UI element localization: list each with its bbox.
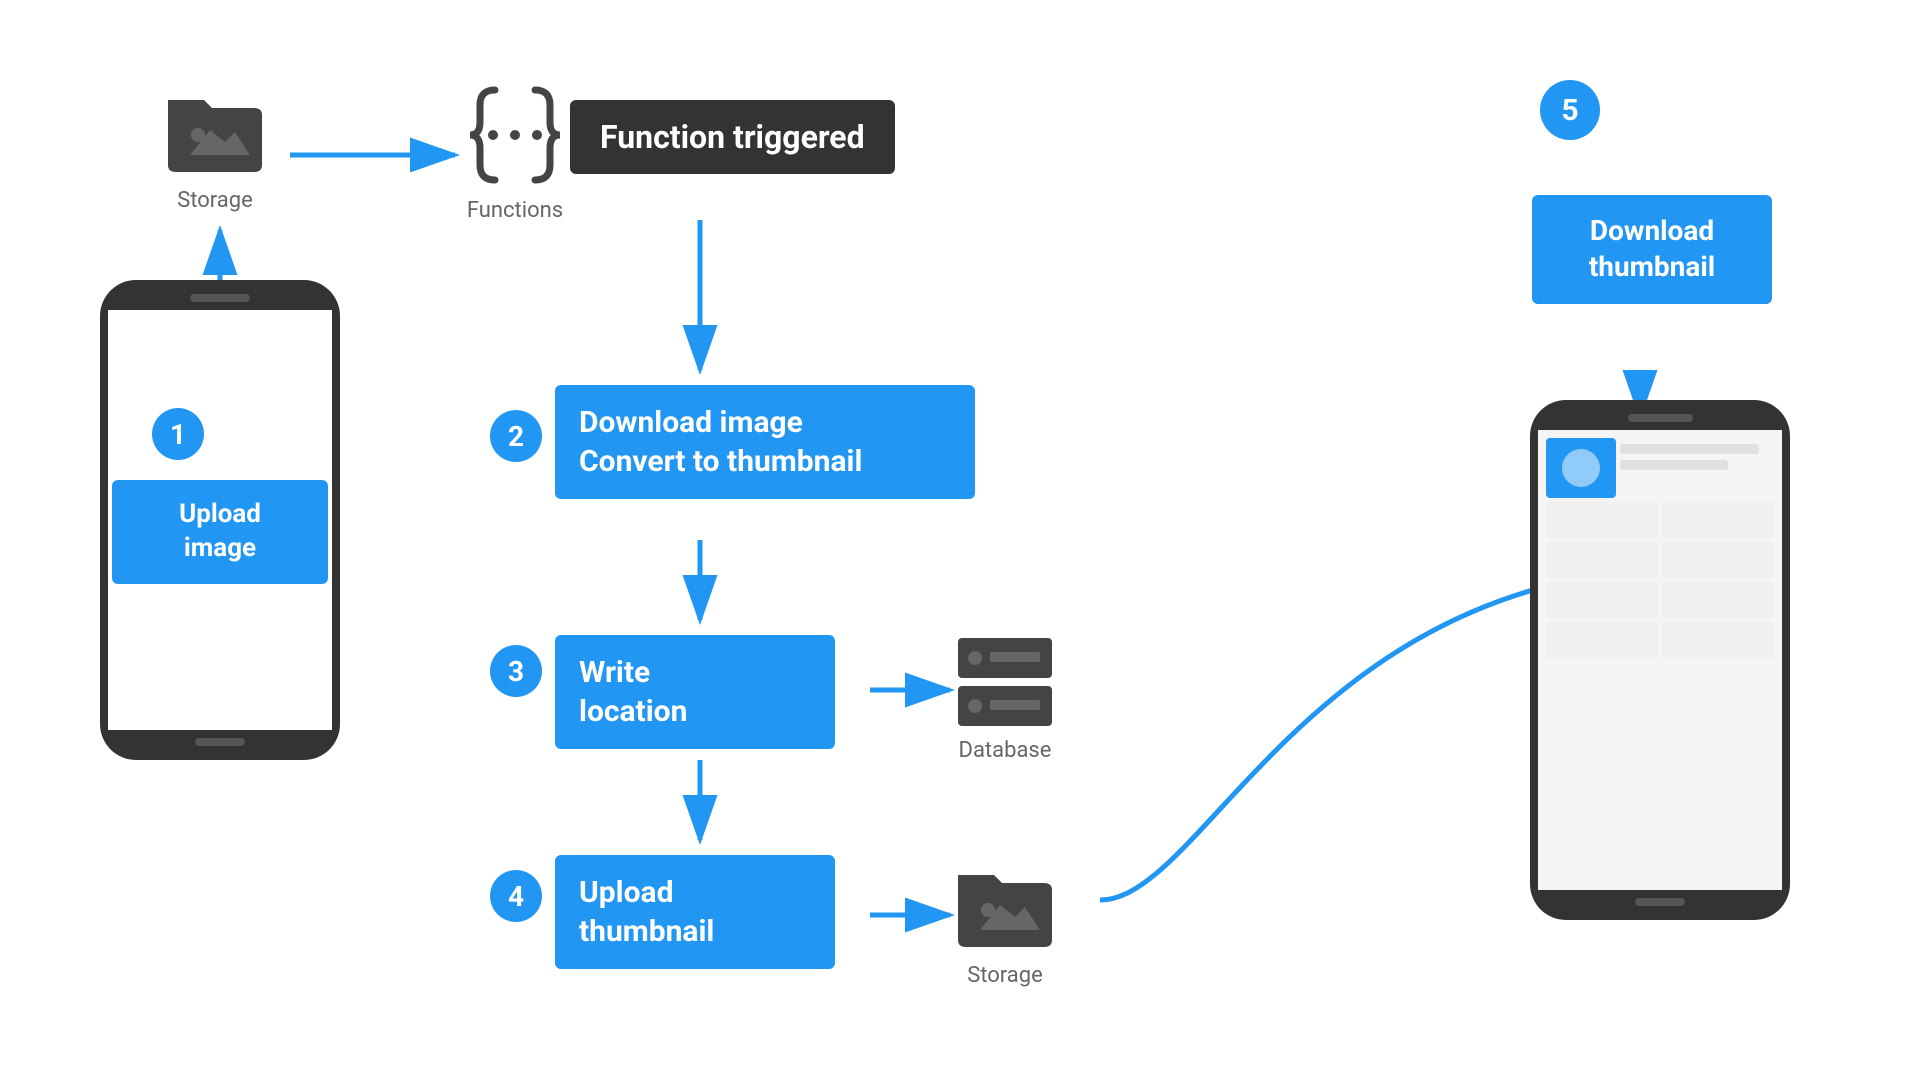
step-3-circle: 3 [490, 645, 542, 697]
screen-cell-3 [1546, 542, 1658, 578]
screen-cell-6 [1662, 582, 1774, 618]
screen-content [1538, 430, 1782, 890]
function-triggered-box: Function triggered [570, 100, 895, 174]
screen-cell-4 [1662, 542, 1774, 578]
phone-speaker-left [190, 294, 250, 302]
step-2-circle: 2 [490, 410, 542, 462]
phone-speaker-right [1628, 414, 1693, 422]
phone-right [1530, 400, 1790, 920]
phone-button-right [1635, 898, 1685, 906]
step-1-circle: 1 [152, 408, 204, 460]
screen-cell-7 [1546, 622, 1658, 658]
step-4-box: Uploadthumbnail [555, 855, 835, 969]
screen-row-4 [1546, 622, 1774, 658]
storage-folder-icon-right-center [950, 855, 1060, 955]
storage-icon-left: Storage [160, 80, 270, 213]
step-4-circle: 4 [490, 870, 542, 922]
diagram-container: 1 Uploadimage Storage Functions F [0, 0, 1920, 1080]
step-1-box: Uploadimage [112, 480, 328, 584]
screen-cell-1 [1546, 502, 1658, 538]
screen-cell-8 [1662, 622, 1774, 658]
screen-text-lines [1620, 438, 1774, 498]
screen-cell-5 [1546, 582, 1658, 618]
step-2-box: Download imageConvert to thumbnail [555, 385, 975, 499]
screen-line-1 [1620, 444, 1759, 454]
screen-row-3 [1546, 582, 1774, 618]
screen-grid-rows [1546, 502, 1774, 658]
step-3-box: Writelocation [555, 635, 835, 749]
screen-image-cell [1546, 438, 1616, 498]
database-icon: Database [950, 630, 1060, 763]
screen-row-2 [1546, 542, 1774, 578]
phone-button-left [195, 738, 245, 746]
screen-top-row [1546, 438, 1774, 498]
screen-cell-2 [1662, 502, 1774, 538]
functions-icon: Functions [455, 80, 575, 223]
functions-curly-icon [455, 80, 575, 190]
phone-screen-right [1538, 430, 1782, 890]
database-server-icon [950, 630, 1060, 730]
screen-row-1 [1546, 502, 1774, 538]
step-5-circle: 5 [1540, 80, 1600, 140]
screen-img-circle [1562, 449, 1600, 487]
storage-folder-icon-left [160, 80, 270, 180]
screen-line-2 [1620, 460, 1728, 470]
step-5-box: Downloadthumbnail [1532, 195, 1772, 304]
storage-icon-right-center: Storage [950, 855, 1060, 988]
